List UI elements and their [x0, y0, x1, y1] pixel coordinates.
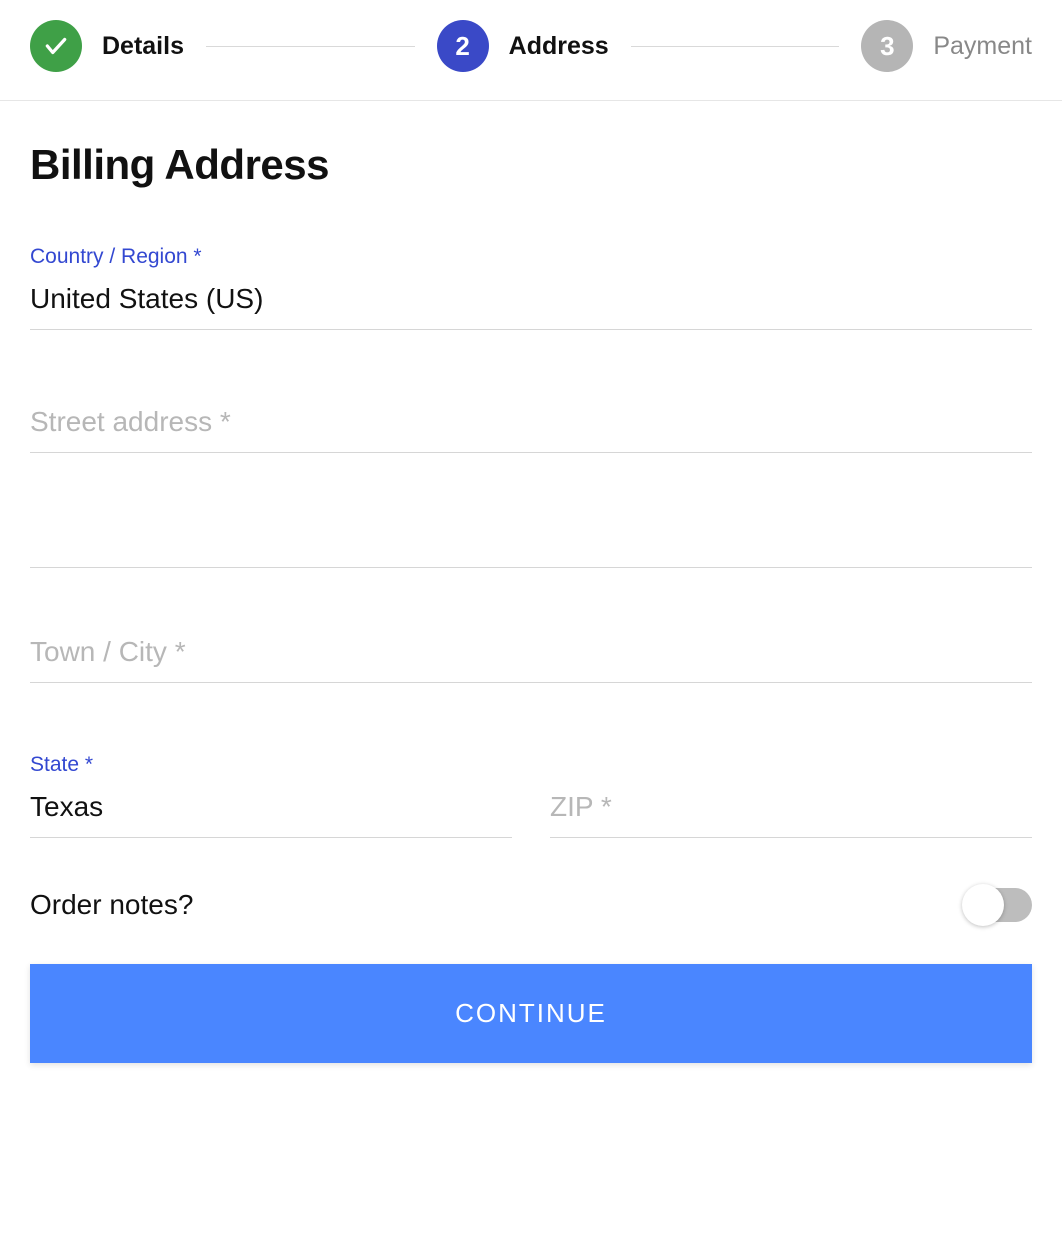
- step-connector: [206, 46, 415, 47]
- country-label: Country / Region *: [30, 245, 1032, 269]
- city-field: [30, 630, 1032, 683]
- step-address[interactable]: 2 Address: [437, 20, 609, 72]
- continue-button[interactable]: CONTINUE: [30, 964, 1032, 1063]
- step-label: Details: [102, 32, 184, 61]
- zip-input[interactable]: [550, 785, 1032, 838]
- state-zip-row: State *: [30, 753, 1032, 838]
- form-content: Billing Address Country / Region * State…: [0, 101, 1062, 1093]
- page-title: Billing Address: [30, 141, 1032, 189]
- step-circle-pending: 3: [861, 20, 913, 72]
- switch-thumb: [962, 884, 1004, 926]
- state-label: State *: [30, 753, 512, 777]
- step-label: Payment: [933, 32, 1032, 61]
- step-connector: [631, 46, 840, 47]
- street-address-2-field: [30, 515, 1032, 568]
- zip-field: [550, 753, 1032, 838]
- step-number: 2: [455, 31, 469, 62]
- order-notes-toggle[interactable]: [966, 888, 1032, 922]
- step-payment[interactable]: 3 Payment: [861, 20, 1032, 72]
- step-circle-active: 2: [437, 20, 489, 72]
- state-field: State *: [30, 753, 512, 838]
- check-icon: [43, 33, 69, 59]
- street-address-field: [30, 400, 1032, 453]
- step-circle-done: [30, 20, 82, 72]
- order-notes-label: Order notes?: [30, 889, 193, 921]
- state-select[interactable]: [30, 785, 512, 838]
- step-details[interactable]: Details: [30, 20, 184, 72]
- order-notes-row: Order notes?: [30, 888, 1032, 922]
- city-input[interactable]: [30, 630, 1032, 683]
- street-address-2-input[interactable]: [30, 515, 1032, 568]
- step-number: 3: [880, 31, 894, 62]
- country-select[interactable]: [30, 277, 1032, 330]
- country-field: Country / Region *: [30, 245, 1032, 330]
- step-label: Address: [509, 32, 609, 61]
- checkout-stepper: Details 2 Address 3 Payment: [0, 0, 1062, 101]
- street-address-input[interactable]: [30, 400, 1032, 453]
